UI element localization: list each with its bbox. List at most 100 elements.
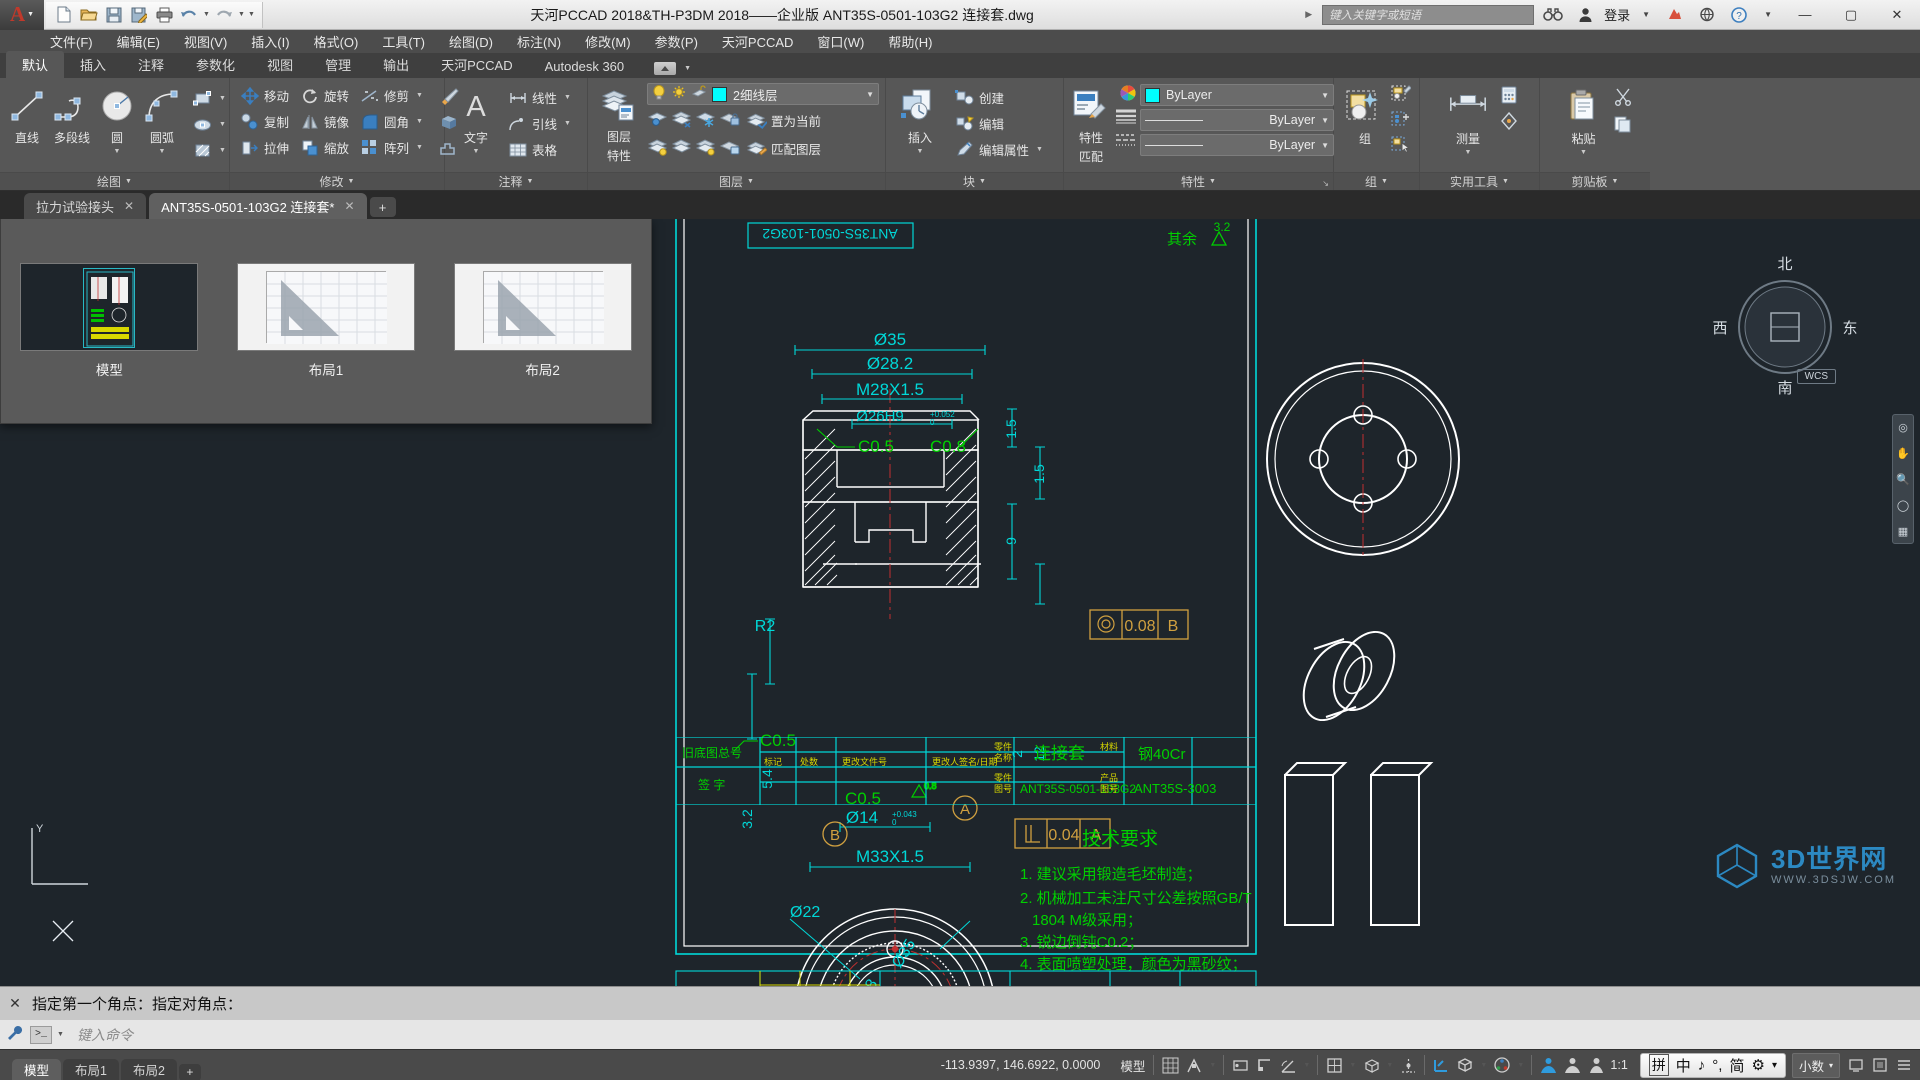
modify-array-button[interactable]: 阵列 ▼ xyxy=(356,135,430,160)
lineweight-stack-icon[interactable] xyxy=(1115,109,1137,130)
menu-edit[interactable]: 编辑(E) xyxy=(105,30,172,53)
object-snap-tracking-icon[interactable] xyxy=(1398,1055,1418,1075)
modify-stretch-button[interactable]: 拉伸 xyxy=(236,135,293,160)
annotation-leader-button[interactable]: 引线 ▼ xyxy=(504,111,578,136)
app-logo-button[interactable]: A ▼ xyxy=(0,0,44,30)
linetype-stack-icon[interactable] xyxy=(1115,132,1137,153)
object-color-combo[interactable]: ByLayer ▼ xyxy=(1140,84,1334,106)
save-disk-icon[interactable] xyxy=(102,4,126,26)
properties-dialog-launcher[interactable]: ↘ xyxy=(1322,179,1329,188)
quick-view-item-layout2[interactable]: 布局2 xyxy=(453,263,632,379)
workspace-icon[interactable] xyxy=(1538,1055,1558,1075)
paste-button[interactable]: 粘贴 ▼ xyxy=(1558,84,1610,156)
layer-color-swatch[interactable] xyxy=(712,86,727,102)
navigation-bar[interactable]: ◎ ✋ 🔍 ◯ ▦ xyxy=(1892,414,1914,544)
insert-caret-icon[interactable]: ▼ xyxy=(914,148,927,155)
file-tab-1[interactable]: ANT35S-0501-103G2 连接套* ✕ xyxy=(149,193,367,219)
layer-freeze-icon[interactable] xyxy=(695,109,717,133)
layout-tab-model[interactable]: 模型 xyxy=(12,1058,62,1080)
tab-autodesk360[interactable]: Autodesk 360 xyxy=(529,55,641,78)
app-menu-caret-icon[interactable]: ▼ xyxy=(27,11,34,18)
measure-caret-icon[interactable]: ▼ xyxy=(1462,149,1475,156)
visual-style-caret-icon[interactable]: ▼ xyxy=(1479,1054,1488,1076)
tab-home[interactable]: 默认 xyxy=(6,51,65,78)
menu-parameters[interactable]: 参数(P) xyxy=(643,30,710,53)
quick-view-thumb-layout1[interactable] xyxy=(236,263,415,351)
ime-expand-caret-icon[interactable]: ▾ xyxy=(1772,1060,1777,1071)
file-tab-0[interactable]: 拉力试验接头 ✕ xyxy=(24,193,147,219)
redo-arrow-icon[interactable] xyxy=(212,4,236,26)
coordinate-readout[interactable]: -113.9397, 146.6922, 0.0000 xyxy=(929,1058,1113,1072)
command-close-icon[interactable]: ✕ xyxy=(4,995,26,1012)
clean-screen-icon[interactable] xyxy=(1870,1055,1890,1075)
tab-parametric[interactable]: 参数化 xyxy=(180,51,251,78)
annotation-text-button[interactable]: A 文字 ▼ xyxy=(451,83,501,155)
command-prompt-icon[interactable]: >_ xyxy=(30,1025,52,1044)
polar-tracking-icon[interactable] xyxy=(1278,1055,1298,1075)
match-properties-button[interactable]: 特性 匹配 xyxy=(1070,83,1112,165)
grid-icon[interactable] xyxy=(1160,1055,1180,1075)
search-binoculars-icon[interactable] xyxy=(1540,3,1566,27)
measure-button[interactable]: 测量 ▼ xyxy=(1440,84,1496,156)
edit-group-icon[interactable] xyxy=(1391,85,1412,108)
ime-toolbar[interactable]: 拼 中 ♪ °, 简 ⚙ ▾ xyxy=(1639,1052,1786,1078)
maximize-button[interactable]: ▢ xyxy=(1828,0,1874,30)
menu-format[interactable]: 格式(O) xyxy=(302,30,371,53)
lightbulb-icon[interactable] xyxy=(652,85,666,103)
exchange-app-icon[interactable] xyxy=(1662,3,1688,27)
command-line[interactable]: >_ ▼ 键入命令 xyxy=(0,1020,1920,1049)
group-button[interactable]: 组 xyxy=(1342,84,1388,147)
layer-properties-button[interactable]: 图层 特性 xyxy=(594,82,644,164)
modify-rotate-button[interactable]: 旋转 xyxy=(296,83,353,108)
status-model-label[interactable]: 模型 xyxy=(1112,1056,1153,1075)
login-caret-icon[interactable]: ▼ xyxy=(1642,10,1650,19)
panel-title-utilities[interactable]: 实用工具 ▼ xyxy=(1420,172,1539,190)
tab-view[interactable]: 视图 xyxy=(251,51,309,78)
dynamic-ucs-icon[interactable] xyxy=(1431,1055,1451,1075)
quick-view-item-layout1[interactable]: 布局1 xyxy=(236,263,415,379)
ribbon-minimize-control[interactable]: ▼ xyxy=(654,62,694,78)
draw-circle-button[interactable]: 圆 ▼ xyxy=(96,83,138,155)
color-wheel-icon[interactable] xyxy=(1119,84,1137,107)
layer-on-icon[interactable] xyxy=(647,137,669,161)
trim-caret-icon[interactable]: ▼ xyxy=(413,92,426,99)
ellipse-caret-icon[interactable]: ▼ xyxy=(216,121,229,128)
panel-title-block[interactable]: 块 ▼ xyxy=(886,172,1063,190)
edit-attribute-caret-icon[interactable]: ▼ xyxy=(1033,146,1046,153)
leader-caret-icon[interactable]: ▼ xyxy=(561,120,574,127)
new-file-tab-button[interactable]: + xyxy=(369,197,396,217)
linetype-combo-caret-icon[interactable]: ▼ xyxy=(1321,141,1329,150)
save-as-icon[interactable] xyxy=(127,4,151,26)
modify-copy-button[interactable]: 复制 xyxy=(236,109,293,134)
linetype-combo[interactable]: ByLayer ▼ xyxy=(1140,134,1334,156)
annotation-visibility-icon[interactable] xyxy=(1562,1055,1582,1075)
panel-block-caret-icon[interactable]: ▼ xyxy=(979,178,986,185)
help-icon[interactable]: ? xyxy=(1726,3,1752,27)
file-tab-0-close-icon[interactable]: ✕ xyxy=(124,199,134,213)
steering-wheel-icon[interactable]: ◎ xyxy=(1895,419,1911,435)
panel-utilities-caret-icon[interactable]: ▼ xyxy=(1502,178,1509,185)
panel-title-properties[interactable]: 特性 ▼ ↘ xyxy=(1064,172,1333,190)
undo-arrow-icon[interactable] xyxy=(177,4,201,26)
3d-object-snap-icon[interactable] xyxy=(1361,1055,1381,1075)
new-file-icon[interactable] xyxy=(52,4,76,26)
layer-unlock-icon[interactable] xyxy=(719,137,741,161)
pan-hand-icon[interactable]: ✋ xyxy=(1895,445,1911,461)
undo-caret-icon[interactable]: ▼ xyxy=(202,4,211,26)
layer-combo-caret-icon[interactable]: ▼ xyxy=(866,90,874,99)
modify-fillet-button[interactable]: 圆角 ▼ xyxy=(356,109,430,134)
panel-draw-caret-icon[interactable]: ▼ xyxy=(125,178,132,185)
quick-view-thumb-model[interactable] xyxy=(20,263,199,351)
showmotion-icon[interactable]: ▦ xyxy=(1895,523,1911,539)
menu-window[interactable]: 窗口(W) xyxy=(805,30,876,53)
menu-dimension[interactable]: 标注(N) xyxy=(505,30,573,53)
draw-rectangle-flyout[interactable]: ▼ xyxy=(188,86,233,111)
viewcube-toggle-icon[interactable] xyxy=(1492,1055,1512,1075)
current-layer-combo[interactable]: 2细线层 ▼ xyxy=(647,83,879,105)
unlock-layer-icon[interactable] xyxy=(691,85,707,103)
close-button[interactable]: ✕ xyxy=(1874,0,1920,30)
draw-hatch-flyout[interactable]: ▼ xyxy=(188,138,233,163)
tab-pccad[interactable]: 天河PCCAD xyxy=(425,51,529,78)
3d-snap-caret-icon[interactable]: ▼ xyxy=(1385,1054,1394,1076)
redo-caret-icon[interactable]: ▼ xyxy=(237,4,246,26)
